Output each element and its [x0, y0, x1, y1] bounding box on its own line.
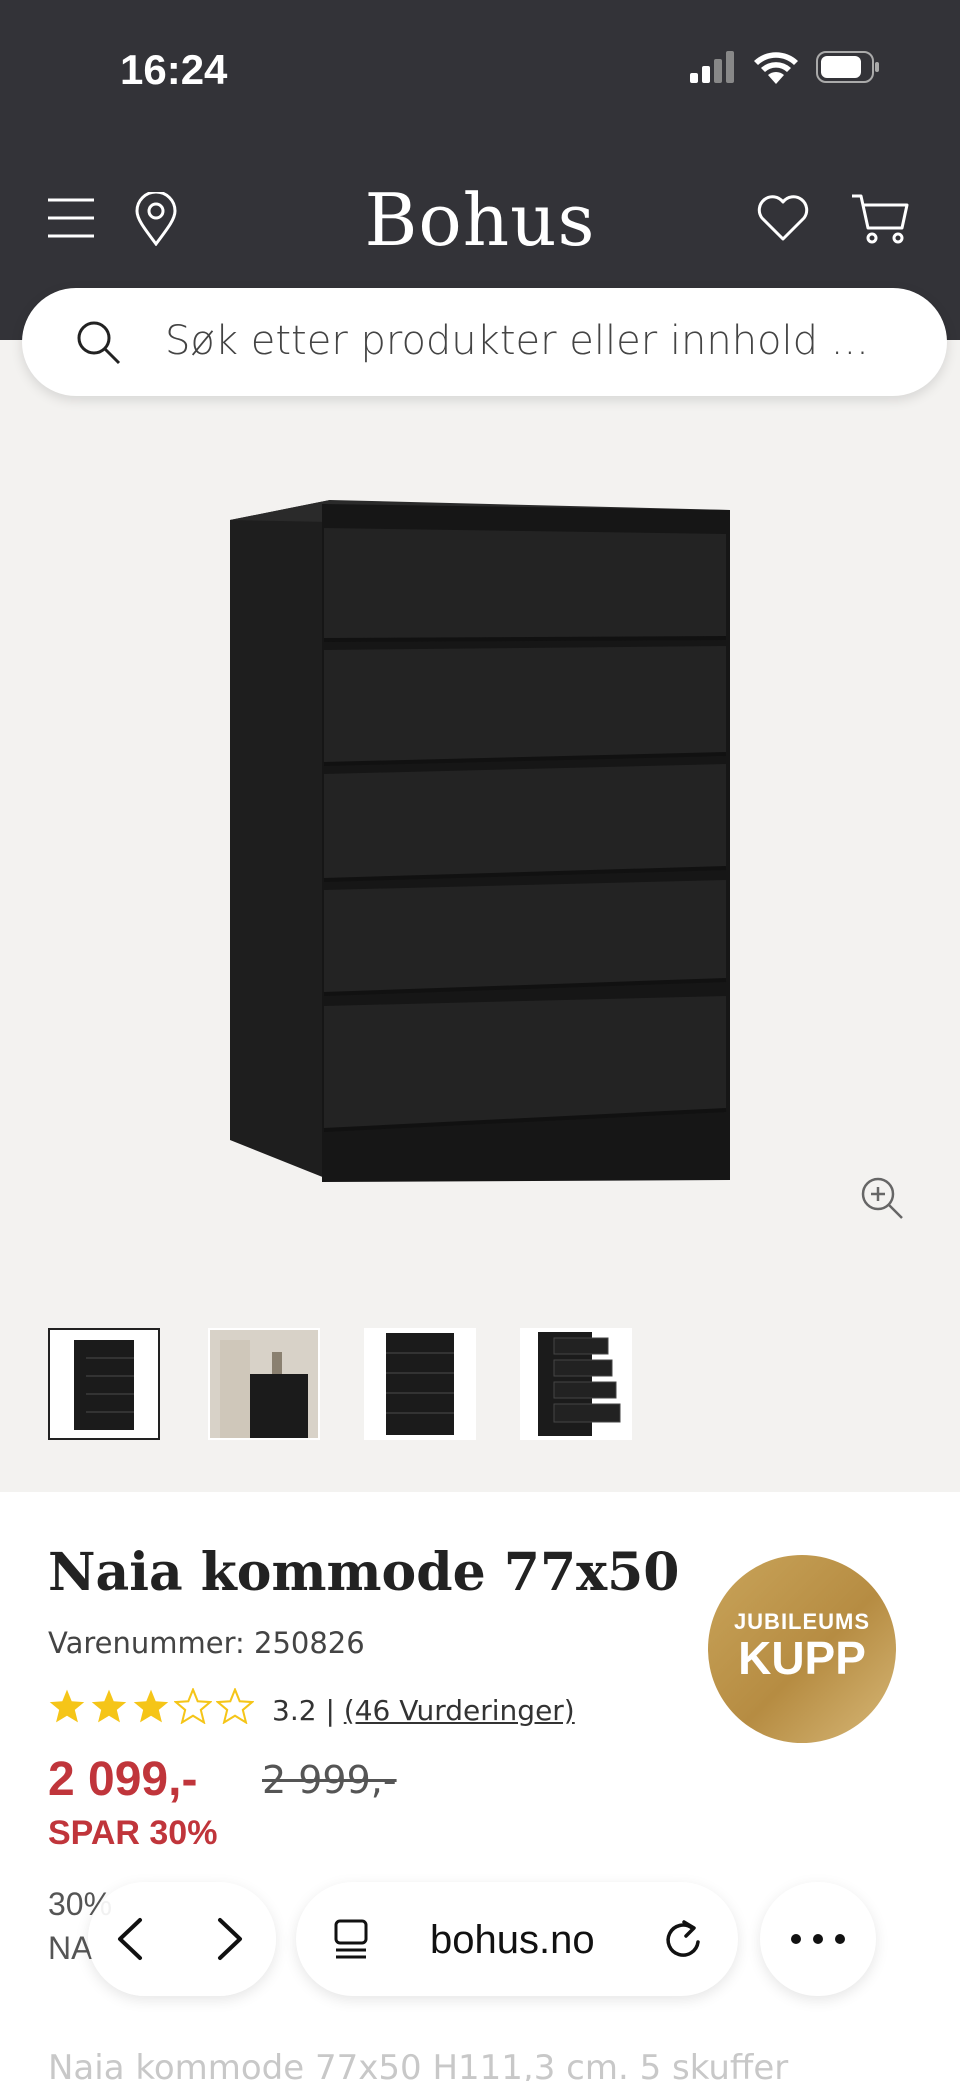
discount-label: SPAR 30% [48, 1814, 218, 1852]
star-filled-icon [133, 1689, 169, 1723]
jubilee-badge: JUBILEUMS KUPP [708, 1555, 896, 1743]
thumbnail-image [74, 1340, 134, 1430]
star-filled-icon [91, 1689, 127, 1723]
rating-stars[interactable] [48, 1688, 254, 1724]
more-dots-icon[interactable] [790, 1932, 846, 1946]
gallery-thumbnail[interactable] [48, 1328, 160, 1440]
rating-separator: | [325, 1694, 335, 1727]
search-bar[interactable]: Søk etter produkter eller innhold ... [22, 288, 947, 396]
product-description: Naia kommode 77x50 H111,3 cm. 5 skuffer [48, 2048, 789, 2081]
tabs-icon[interactable] [332, 1918, 374, 1960]
thumbnail-image [538, 1332, 621, 1436]
browser-nav-pill [88, 1882, 276, 1996]
browser-url-pill[interactable]: bohus.no [296, 1882, 738, 1996]
status-icons [690, 50, 880, 84]
reviews-link[interactable]: (46 Vurderinger) [344, 1694, 575, 1727]
battery-icon [816, 51, 879, 83]
reload-icon[interactable] [662, 1916, 706, 1962]
star-filled-icon [49, 1689, 85, 1723]
status-time: 16:24 [120, 46, 228, 93]
back-arrow-icon[interactable] [112, 1916, 148, 1962]
cart-icon[interactable] [850, 192, 910, 246]
gallery-thumbnail[interactable] [208, 1328, 320, 1440]
rating-value: 3.2 [272, 1694, 317, 1727]
product-gallery [0, 340, 960, 1492]
zoom-icon[interactable] [858, 1174, 906, 1222]
product-main-image[interactable] [0, 340, 960, 1240]
product-sku: Varenummer: 250826 [48, 1626, 365, 1660]
thumbnail-image [386, 1333, 454, 1435]
signal-icon [690, 51, 734, 83]
rating-summary: 3.2 | (46 Vurderinger) [272, 1694, 575, 1727]
current-price: 2 099,- [48, 1753, 198, 1806]
product-title: Naia kommode 77x50 [48, 1542, 680, 1603]
search-icon [77, 321, 121, 365]
star-empty-icon [174, 1688, 212, 1724]
badge-line-2: KUPP [738, 1632, 866, 1684]
forward-arrow-icon[interactable] [212, 1916, 248, 1962]
wifi-icon [754, 52, 798, 84]
url-text[interactable]: bohus.no [430, 1918, 595, 1963]
thumbnail-image [210, 1330, 318, 1438]
gallery-thumbnail[interactable] [364, 1328, 476, 1440]
browser-more-pill[interactable] [760, 1882, 876, 1996]
heart-icon[interactable] [756, 194, 810, 242]
old-price: 2 999,- [262, 1758, 397, 1802]
brand-logo[interactable]: Bohus [0, 178, 960, 262]
search-input[interactable]: Søk etter produkter eller innhold ... [165, 318, 869, 364]
gallery-thumbnail[interactable] [520, 1328, 632, 1440]
star-empty-icon [216, 1688, 254, 1724]
